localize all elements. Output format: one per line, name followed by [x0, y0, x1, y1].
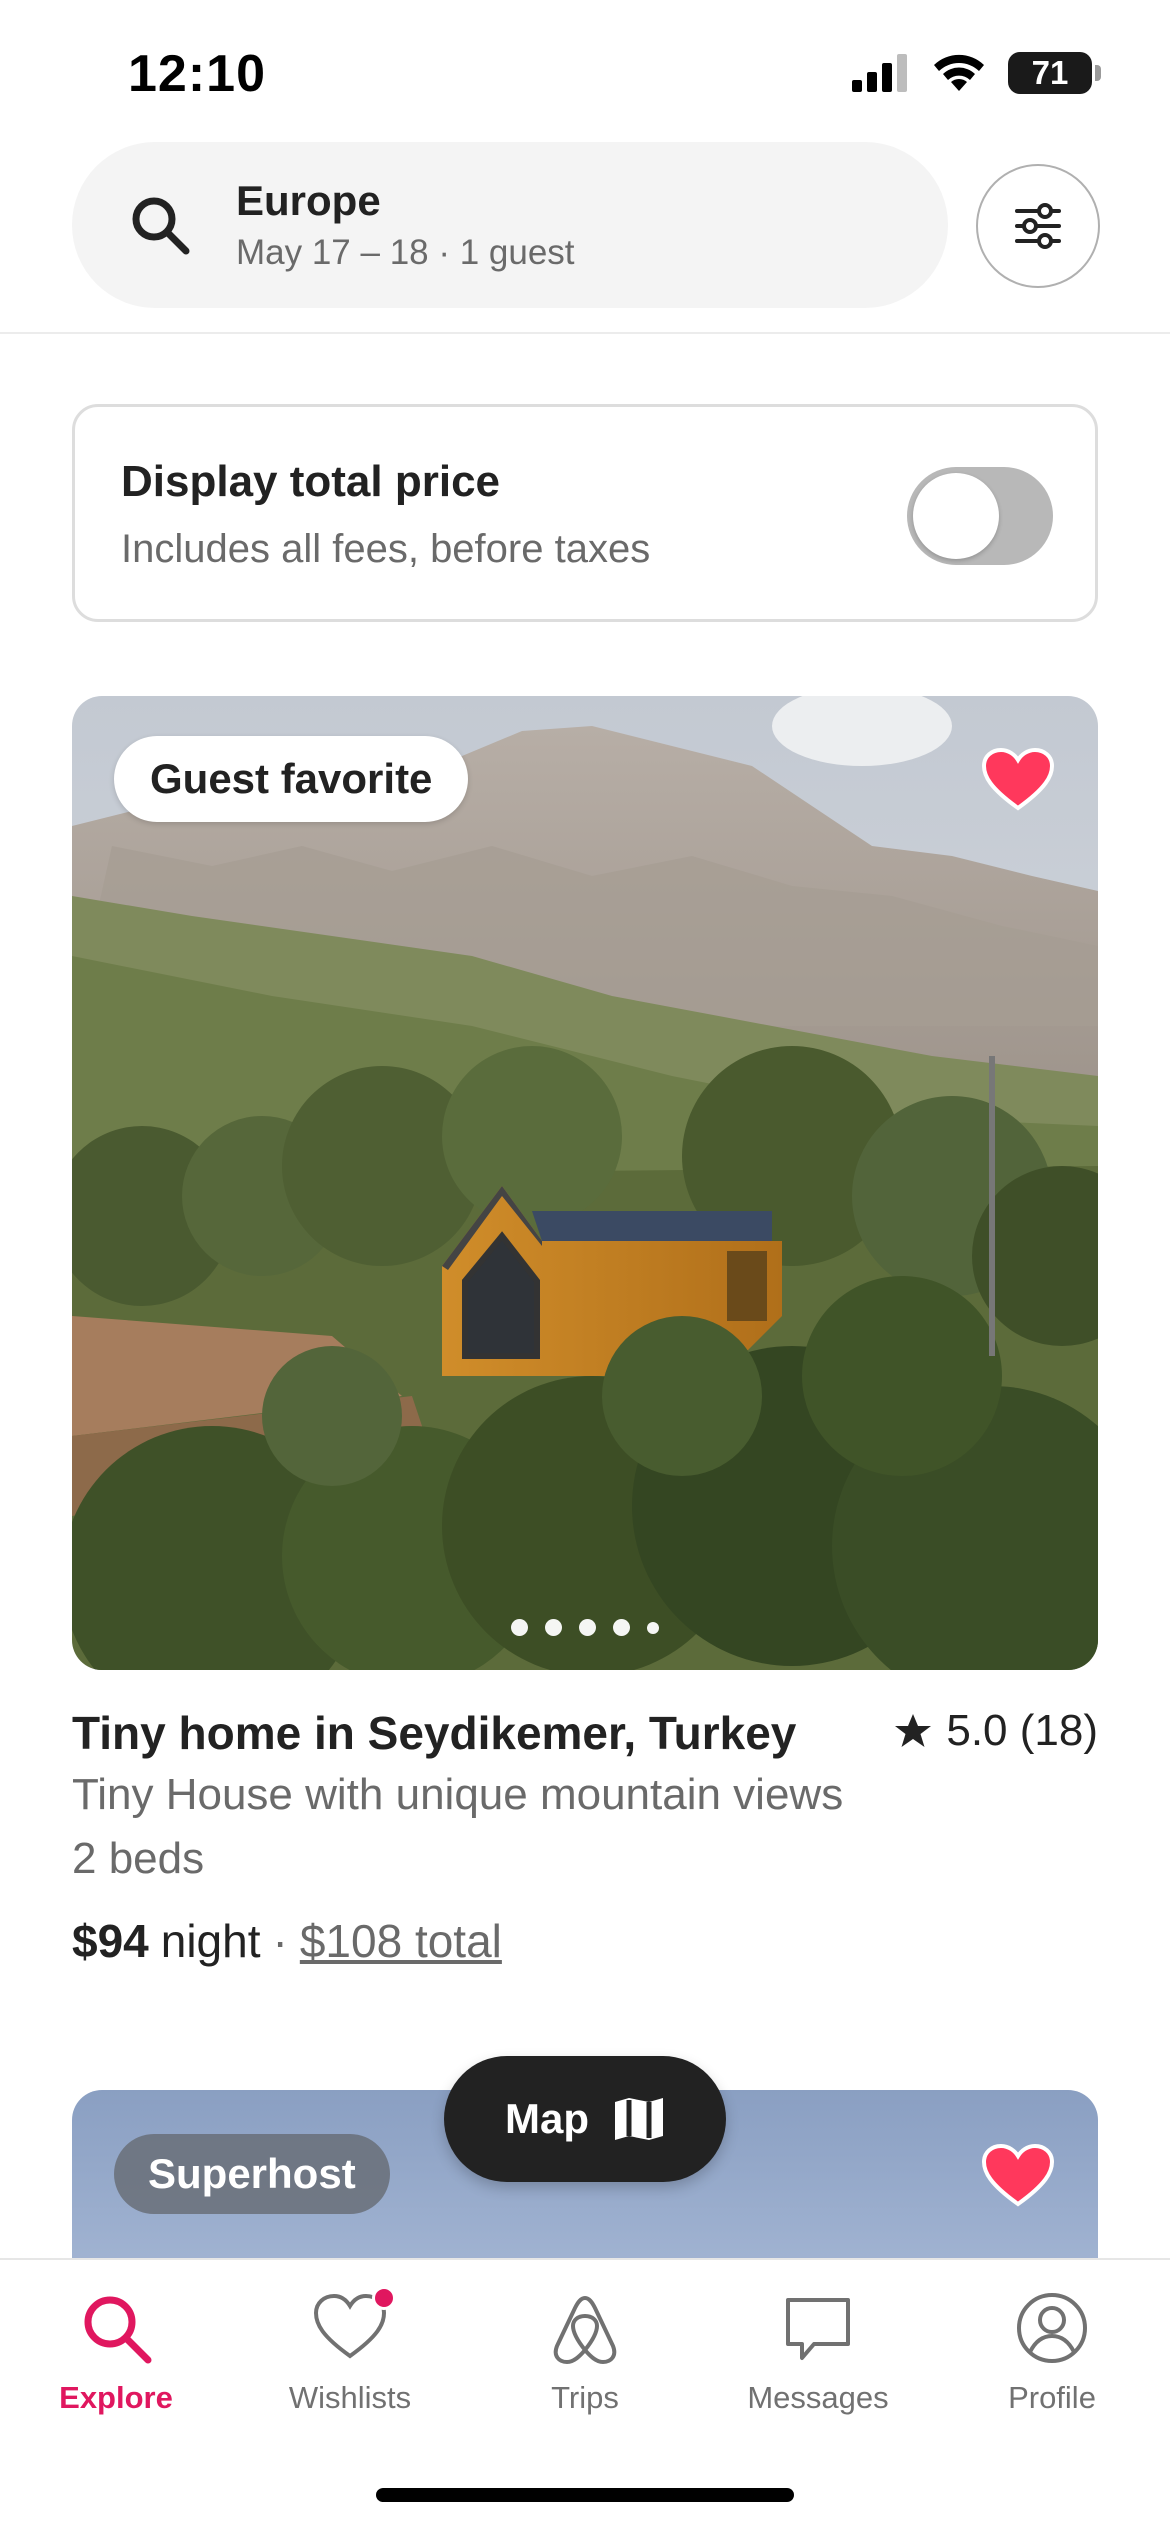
status-icons: 71: [852, 52, 1101, 94]
tab-label: Wishlists: [288, 2380, 412, 2415]
total-price-subtitle: Includes all fees, before taxes: [121, 527, 651, 571]
tab-messages[interactable]: Messages: [718, 2290, 918, 2416]
rating-value: 5.0 (18): [946, 1706, 1098, 1755]
cellular-signal-icon: [852, 54, 907, 92]
listing-photo[interactable]: Guest favorite: [72, 696, 1098, 1670]
wifi-icon: [934, 54, 984, 91]
tab-label: Profile: [1008, 2380, 1096, 2415]
heart-icon-wrap: [312, 2286, 396, 2366]
tab-wishlists[interactable]: Wishlists: [250, 2286, 450, 2416]
nightly-price: $94: [72, 1915, 149, 1967]
tab-trips[interactable]: Trips: [485, 2290, 685, 2416]
battery-level: 71: [1031, 54, 1069, 91]
filters-icon: [1015, 203, 1061, 249]
search-location: Europe: [236, 177, 381, 224]
listing-rating: 5.0 (18): [894, 1706, 1098, 1756]
pagination-dot: [511, 1619, 528, 1636]
guest-favorite-badge: Guest favorite: [114, 736, 469, 822]
search-details: May 17 – 18 · 1 guest: [236, 233, 575, 272]
tab-label: Trips: [551, 2380, 619, 2415]
tab-label: Explore: [59, 2380, 173, 2415]
home-indicator[interactable]: [376, 2488, 794, 2502]
listing-beds: 2 beds: [72, 1834, 205, 1883]
status-bar: 12:10 71: [0, 0, 1170, 140]
wishlist-heart-icon[interactable]: [982, 2144, 1054, 2208]
photo-pagination: [72, 1619, 1098, 1636]
search-summary: Europe May 17 – 18 · 1 guest: [236, 177, 575, 273]
star-icon: [895, 1714, 932, 1747]
search-icon: [132, 197, 190, 255]
pagination-dot: [647, 1621, 659, 1634]
map-button-label: Map: [505, 2095, 589, 2142]
listing-photo-image: [72, 696, 1098, 1670]
battery-icon: 71: [1008, 52, 1101, 94]
total-price-title: Display total price: [121, 457, 501, 506]
listing-price: $94 night · $108 total: [72, 1914, 502, 1968]
search-bar[interactable]: Europe May 17 – 18 · 1 guest: [72, 142, 948, 308]
total-price-card: Display total price Includes all fees, b…: [72, 404, 1098, 622]
map-icon: [615, 2098, 663, 2140]
listing-description: Tiny House with unique mountain views: [72, 1770, 844, 1819]
tab-label: Messages: [747, 2380, 889, 2415]
listing-title[interactable]: Tiny home in Seydikemer, Turkey: [72, 1706, 796, 1760]
pagination-dot: [579, 1619, 596, 1636]
total-price-toggle[interactable]: [907, 467, 1053, 565]
price-separator: ·: [272, 1915, 288, 1967]
superhost-badge: Superhost: [114, 2134, 390, 2214]
tab-profile[interactable]: Profile: [952, 2290, 1152, 2416]
pagination-dot: [613, 1619, 630, 1636]
pagination-dot: [545, 1619, 562, 1636]
tab-explore[interactable]: Explore: [16, 2290, 216, 2416]
total-price-link[interactable]: $108 total: [300, 1914, 502, 1968]
profile-icon: [1017, 2293, 1087, 2363]
map-button[interactable]: Map: [444, 2056, 726, 2182]
wishlist-heart-icon[interactable]: [982, 748, 1054, 812]
filters-button[interactable]: [976, 164, 1100, 288]
price-unit: night: [160, 1915, 261, 1967]
status-time: 12:10: [128, 45, 266, 103]
header-divider: [0, 332, 1170, 334]
airbnb-logo-icon: [553, 2296, 617, 2364]
toggle-knob: [913, 473, 999, 559]
search-icon: [84, 2296, 152, 2364]
message-icon: [786, 2298, 850, 2360]
notification-dot: [372, 2286, 396, 2310]
